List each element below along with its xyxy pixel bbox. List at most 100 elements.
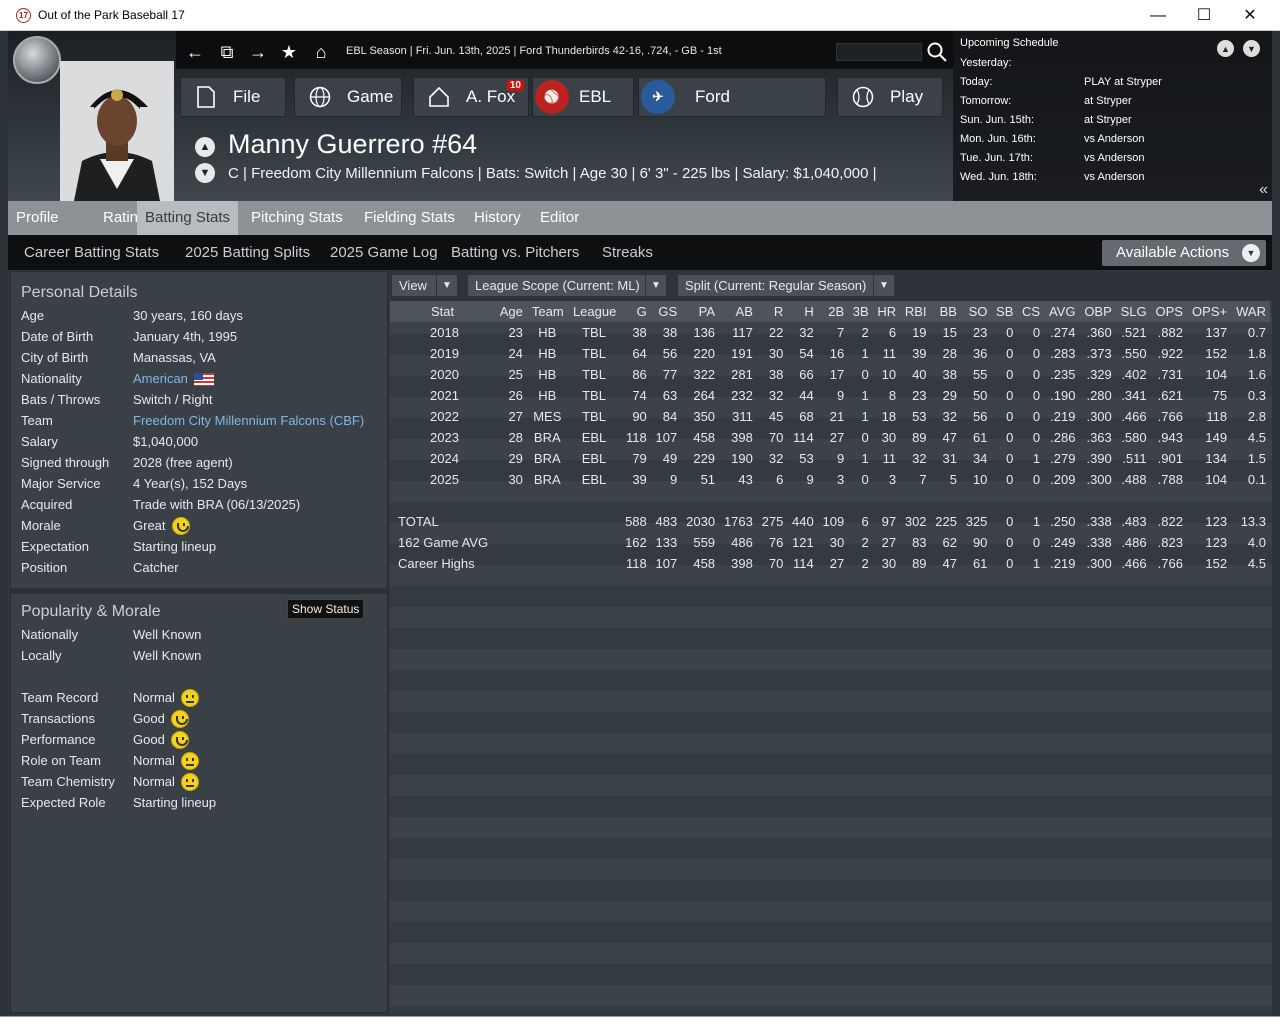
column-header-age[interactable]: Age <box>495 301 527 322</box>
column-header-obp[interactable]: OBP <box>1079 301 1116 322</box>
column-header-hr[interactable]: HR <box>872 301 901 322</box>
maximize-button[interactable]: ☐ <box>1181 0 1227 31</box>
view-dropdown[interactable]: View ▼ <box>392 275 457 296</box>
ford-menu-button[interactable]: ✈ Ford <box>638 77 826 117</box>
tab-editor[interactable]: Editor <box>532 201 587 235</box>
table-row[interactable]: 2019 24 HB TBL 64 56 220 191 30 54 16 1 11 39 28 36 0 0.2… <box>390 343 1270 364</box>
happy-face-icon <box>171 516 190 535</box>
stat-cell: 47 <box>942 556 957 571</box>
table-row[interactable]: 2018 23 HB TBL 38 38 136 117 22 32 7 2 6 19 15 23 0 0 .274… <box>390 322 1270 343</box>
column-header-r[interactable]: R <box>756 301 788 322</box>
stat-cell: 0.1 <box>1247 472 1266 487</box>
column-header-ops[interactable]: OPS <box>1150 301 1187 322</box>
tab-pitching-stats[interactable]: Pitching Stats <box>243 201 351 235</box>
chevron-down-icon: ▼ <box>873 275 894 296</box>
collapse-icon[interactable]: « <box>1259 181 1268 199</box>
subtab-career-batting-stats[interactable]: Career Batting Stats <box>24 244 159 261</box>
tab-fielding-stats[interactable]: Fielding Stats <box>356 201 463 235</box>
column-header-rbi[interactable]: RBI <box>900 301 931 322</box>
manager-menu-button[interactable]: A. Fox 10 <box>413 77 529 117</box>
column-header-league[interactable]: League <box>567 301 621 322</box>
column-header-war[interactable]: WAR <box>1231 301 1270 322</box>
table-row[interactable]: 2022 27 MES TBL 90 84 350 311 45 68 21 1 18 53 32 56 0 0.… <box>390 406 1270 427</box>
table-row[interactable]: 2025 30 BRA EBL 39 9 51 43 6 9 3 0 3 7 5 10 0 0.209.300.4… <box>390 469 1270 490</box>
table-row[interactable]: 2023 28 BRA EBL 118 107 458 398 70 114 27 0 30 89 47 61… <box>390 427 1270 448</box>
subtab-batting-splits[interactable]: 2025 Batting Splits <box>185 244 310 261</box>
ootp-logo-icon[interactable] <box>13 36 61 84</box>
schedule-row[interactable]: Wed. Jun. 18th: vs Anderson <box>960 171 1145 183</box>
stat-cell <box>1017 490 1044 511</box>
search-icon[interactable] <box>926 41 948 63</box>
schedule-up-button[interactable]: ▲ <box>1217 40 1234 57</box>
blank-row[interactable] <box>390 490 1270 511</box>
table-row[interactable]: Career Highs 118 107 458 398 70 114 27 2 30 89 47 61… <box>390 553 1270 574</box>
column-header-3b[interactable]: 3B <box>848 301 873 322</box>
column-header-bb[interactable]: BB <box>930 301 961 322</box>
column-header-slg[interactable]: SLG <box>1115 301 1151 322</box>
team-link[interactable]: Freedom City Millennium Falcons (CBF) <box>133 410 364 431</box>
file-menu-button[interactable]: File <box>180 77 286 117</box>
minimize-button[interactable]: — <box>1135 0 1181 31</box>
play-button[interactable]: Play <box>837 77 943 117</box>
column-header-g[interactable]: G <box>620 301 651 322</box>
column-header-gs[interactable]: GS <box>650 301 682 322</box>
column-header-avg[interactable]: AVG <box>1044 301 1080 322</box>
stat-cell: 27 <box>881 535 897 550</box>
next-player-button[interactable]: ▼ <box>195 163 215 183</box>
stat-cell: .466 <box>1121 409 1147 424</box>
column-header-ab[interactable]: AB <box>719 301 757 322</box>
column-header-stat[interactable]: Stat <box>390 301 495 322</box>
previous-player-button[interactable]: ▲ <box>195 137 215 157</box>
subtab-batting-vs-pitchers[interactable]: Batting vs. Pitchers <box>451 244 579 261</box>
column-header-so[interactable]: SO <box>960 301 992 322</box>
morale-role-on-team: Role on Team Normal <box>21 750 381 771</box>
tab-batting-stats[interactable]: Batting Stats <box>137 201 239 235</box>
stat-cell: TBL <box>582 346 606 361</box>
tab-history[interactable]: History <box>466 201 529 235</box>
schedule-down-button[interactable]: ▼ <box>1243 40 1260 57</box>
forward-arrow-icon[interactable]: → <box>247 41 269 63</box>
stat-cell: 32 <box>912 451 927 466</box>
ebl-menu-button[interactable]: ⚾ EBL <box>532 77 634 117</box>
star-icon[interactable]: ★ <box>278 41 300 63</box>
game-menu-button[interactable]: Game <box>294 77 402 117</box>
subtab-game-log[interactable]: 2025 Game Log <box>330 244 438 261</box>
column-header-sb[interactable]: SB <box>991 301 1018 322</box>
table-row[interactable]: 2024 29 BRA EBL 79 49 229 190 32 53 9 1 11 32 31 34 0 1.2… <box>390 448 1270 469</box>
table-row[interactable]: 162 Game AVG 162 133 559 486 76 121 30 2 27 83 62 90… <box>390 532 1270 553</box>
tab-profile[interactable]: Profile <box>8 201 67 235</box>
table-row[interactable]: 2021 26 HB TBL 74 63 264 232 32 44 9 1 8 23 29 50 0 0 .190… <box>390 385 1270 406</box>
schedule-row[interactable]: Today: PLAY at Stryper <box>960 76 1162 88</box>
search-input[interactable] <box>836 43 922 61</box>
table-row[interactable]: 2020 25 HB TBL 86 77 322 281 38 66 17 0 10 40 38 55 0 0 .2… <box>390 364 1270 385</box>
table-row[interactable]: TOTAL 588 483 2030 1763 275 440 109 6 97 302 225 325… <box>390 511 1270 532</box>
subtab-streaks[interactable]: Streaks <box>602 244 653 261</box>
stat-cell: 232 <box>731 388 753 403</box>
stat-cell: .486 <box>1121 535 1147 550</box>
stat-cell <box>848 490 872 511</box>
copy-icon[interactable]: ⧉ <box>216 41 238 63</box>
column-header-team[interactable]: Team <box>526 301 568 322</box>
column-header-2b[interactable]: 2B <box>817 301 849 322</box>
schedule-row[interactable]: Tue. Jun. 17th: vs Anderson <box>960 152 1145 164</box>
schedule-row[interactable]: Tomorrow: at Stryper <box>960 95 1132 107</box>
stat-cell: 350 <box>693 409 716 424</box>
available-actions-button[interactable]: Available Actions ▼ <box>1102 240 1266 266</box>
home-icon[interactable]: ⌂ <box>310 41 332 63</box>
split-dropdown[interactable]: Split (Current: Regular Season) ▼ <box>678 275 894 296</box>
column-header-cs[interactable]: CS <box>1017 301 1045 322</box>
schedule-row[interactable]: Mon. Jun. 16th: vs Anderson <box>960 133 1145 145</box>
back-arrow-icon[interactable]: ← <box>184 41 206 63</box>
close-button[interactable]: ✕ <box>1227 0 1273 31</box>
column-header-h[interactable]: H <box>787 301 818 322</box>
stat-cell: .300 <box>1086 472 1112 487</box>
league-scope-dropdown[interactable]: League Scope (Current: ML) ▼ <box>468 275 666 296</box>
stat-cell: 56 <box>662 346 678 361</box>
schedule-row[interactable]: Sun. Jun. 15th: at Stryper <box>960 114 1132 126</box>
show-status-button[interactable]: Show Status <box>287 599 365 619</box>
column-header-opsplus[interactable]: OPS+ <box>1186 301 1232 322</box>
stat-cell: HB <box>538 325 557 340</box>
detail-expectation: Expectation Starting lineup <box>21 539 217 554</box>
stat-cell: 458 <box>693 556 716 571</box>
column-header-pa[interactable]: PA <box>681 301 720 322</box>
